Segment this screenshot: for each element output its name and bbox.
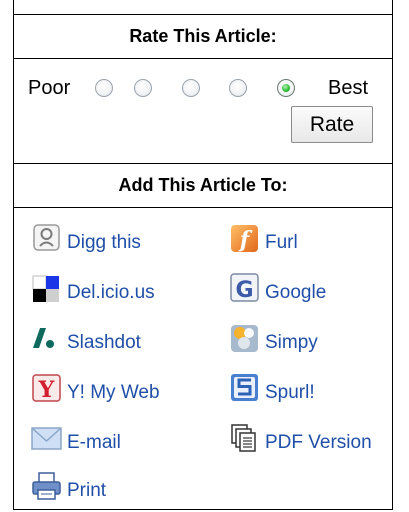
- rating-radio-1[interactable]: [95, 79, 113, 97]
- rate-button[interactable]: Rate: [291, 106, 373, 143]
- google-label: Google: [265, 282, 327, 303]
- yahoo-myweb-icon: Y: [31, 372, 63, 404]
- spurl-link[interactable]: Spurl!: [229, 372, 349, 406]
- email-label: E-mail: [67, 432, 121, 453]
- printer-icon: [31, 470, 63, 502]
- delicious-icon: [31, 272, 63, 304]
- rating-radio-2[interactable]: [134, 79, 152, 97]
- slashdot-icon: [31, 322, 63, 354]
- article-tools-panel: Rate This Article: Poor Best Rate Add Th…: [13, 0, 393, 510]
- slashdot-link[interactable]: Slashdot: [31, 322, 181, 356]
- yahoo-myweb-link[interactable]: Y Y! My Web: [31, 372, 191, 406]
- email-link[interactable]: E-mail: [31, 422, 161, 456]
- add-article-header: Add This Article To:: [14, 163, 392, 208]
- pdf-version-label: PDF Version: [265, 432, 372, 453]
- email-icon: [31, 422, 63, 454]
- furl-label: Furl: [265, 232, 298, 253]
- svg-text:Y: Y: [38, 377, 55, 403]
- google-link[interactable]: G Google: [229, 272, 359, 306]
- simpy-link[interactable]: Simpy: [229, 322, 339, 356]
- poor-label: Poor: [28, 77, 71, 99]
- delicious-link[interactable]: Del.icio.us: [31, 272, 191, 306]
- delicious-label: Del.icio.us: [67, 282, 155, 303]
- slashdot-label: Slashdot: [67, 332, 141, 353]
- digg-label: Digg this: [67, 232, 141, 253]
- rate-article-header: Rate This Article:: [14, 14, 392, 59]
- pdf-version-link[interactable]: PDF Version: [229, 422, 389, 456]
- rating-radio-4[interactable]: [229, 79, 247, 97]
- furl-icon: f: [229, 222, 261, 254]
- rating-radio-3[interactable]: [182, 79, 200, 97]
- yahoo-myweb-label: Y! My Web: [67, 382, 160, 403]
- best-label: Best: [328, 77, 369, 99]
- spurl-label: Spurl!: [265, 382, 315, 403]
- svg-text:G: G: [235, 278, 253, 303]
- simpy-icon: [229, 322, 261, 354]
- digg-icon: [31, 222, 63, 254]
- rating-radio-5[interactable]: [277, 79, 295, 97]
- digg-link[interactable]: Digg this: [31, 222, 171, 256]
- print-link[interactable]: Print: [31, 470, 141, 504]
- print-label: Print: [67, 480, 107, 501]
- spurl-icon: [229, 372, 261, 404]
- google-icon: G: [229, 272, 261, 304]
- simpy-label: Simpy: [265, 332, 318, 353]
- pdf-pages-icon: [229, 422, 261, 454]
- furl-link[interactable]: f Furl: [229, 222, 339, 256]
